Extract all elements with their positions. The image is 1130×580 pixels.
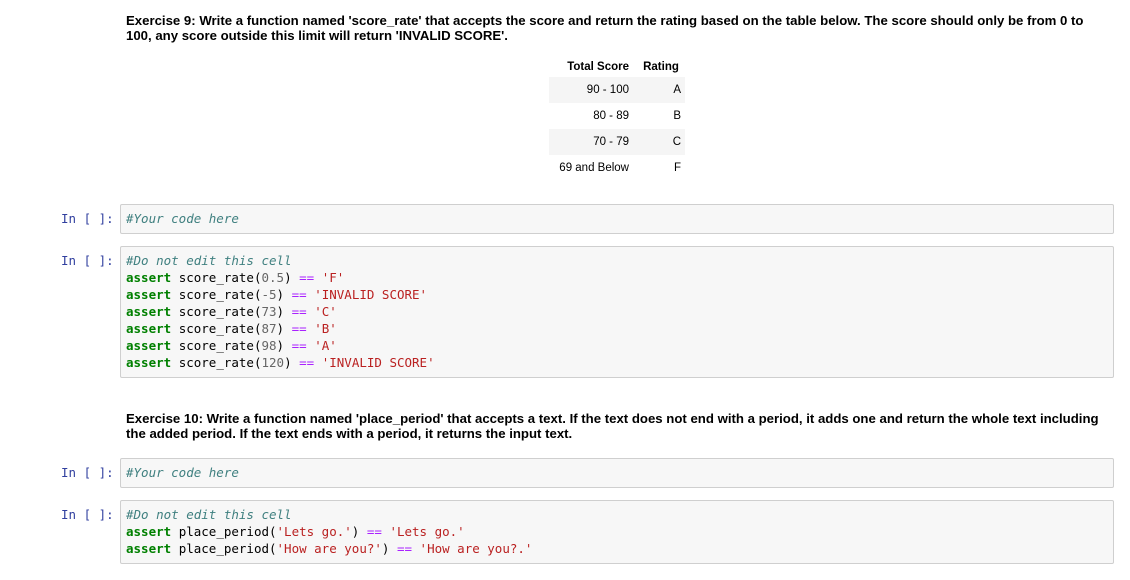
cell-prompt: In [ ]: (61, 507, 114, 522)
code-line: assert score_rate(87) == 'B' (126, 321, 337, 336)
table-row: 70 - 79 C (549, 129, 685, 155)
table-row: 90 - 100 A (549, 77, 685, 103)
header-total-score: Total Score (567, 61, 629, 73)
code-line: assert score_rate(120) == 'INVALID SCORE… (126, 355, 435, 370)
test-cell-editor[interactable]: #Do not edit this cell assert place_peri… (120, 500, 1114, 564)
code-line: assert score_rate(-5) == 'INVALID SCORE' (126, 287, 428, 302)
code-line: assert score_rate(0.5) == 'F' (126, 270, 345, 285)
table-row: 80 - 89 B (549, 103, 685, 129)
score-range-cell: 80 - 89 (593, 110, 629, 122)
cell-prompt: In [ ]: (61, 211, 114, 226)
code-line: assert place_period('How are you?') == '… (126, 541, 533, 556)
code-comment: #Do not edit this cell (126, 507, 292, 522)
table-header-row: Total Score Rating (549, 57, 685, 77)
code-cell-editor[interactable]: #Your code here (120, 204, 1114, 234)
cell-prompt: In [ ]: (61, 465, 114, 480)
code-cell-editor[interactable]: #Your code here (120, 458, 1114, 488)
exercise-9-description: Exercise 9: Write a function named 'scor… (126, 13, 1084, 43)
rating-table: Total Score Rating 90 - 100 A 80 - 89 B … (549, 57, 685, 181)
score-range-cell: 70 - 79 (593, 136, 629, 148)
test-cell-editor[interactable]: #Do not edit this cell assert score_rate… (120, 246, 1114, 378)
code-line: assert score_rate(73) == 'C' (126, 304, 337, 319)
code-comment: #Do not edit this cell (126, 253, 292, 268)
rating-cell: A (673, 84, 681, 96)
score-range-cell: 90 - 100 (586, 84, 629, 96)
rating-cell: F (673, 162, 681, 174)
score-range-cell: 69 and Below (559, 162, 629, 174)
code-line: assert place_period('Lets go.') == 'Lets… (126, 524, 465, 539)
rating-cell: C (672, 136, 681, 148)
table-row: 69 and Below F (549, 155, 685, 181)
code-comment: #Your code here (126, 465, 239, 480)
cell-prompt: In [ ]: (61, 253, 114, 268)
rating-cell: B (673, 110, 681, 122)
code-line: assert score_rate(98) == 'A' (126, 338, 337, 353)
code-comment: #Your code here (126, 211, 239, 226)
header-rating: Rating (643, 61, 679, 73)
exercise-10-description: Exercise 10: Write a function named 'pla… (126, 411, 1099, 441)
